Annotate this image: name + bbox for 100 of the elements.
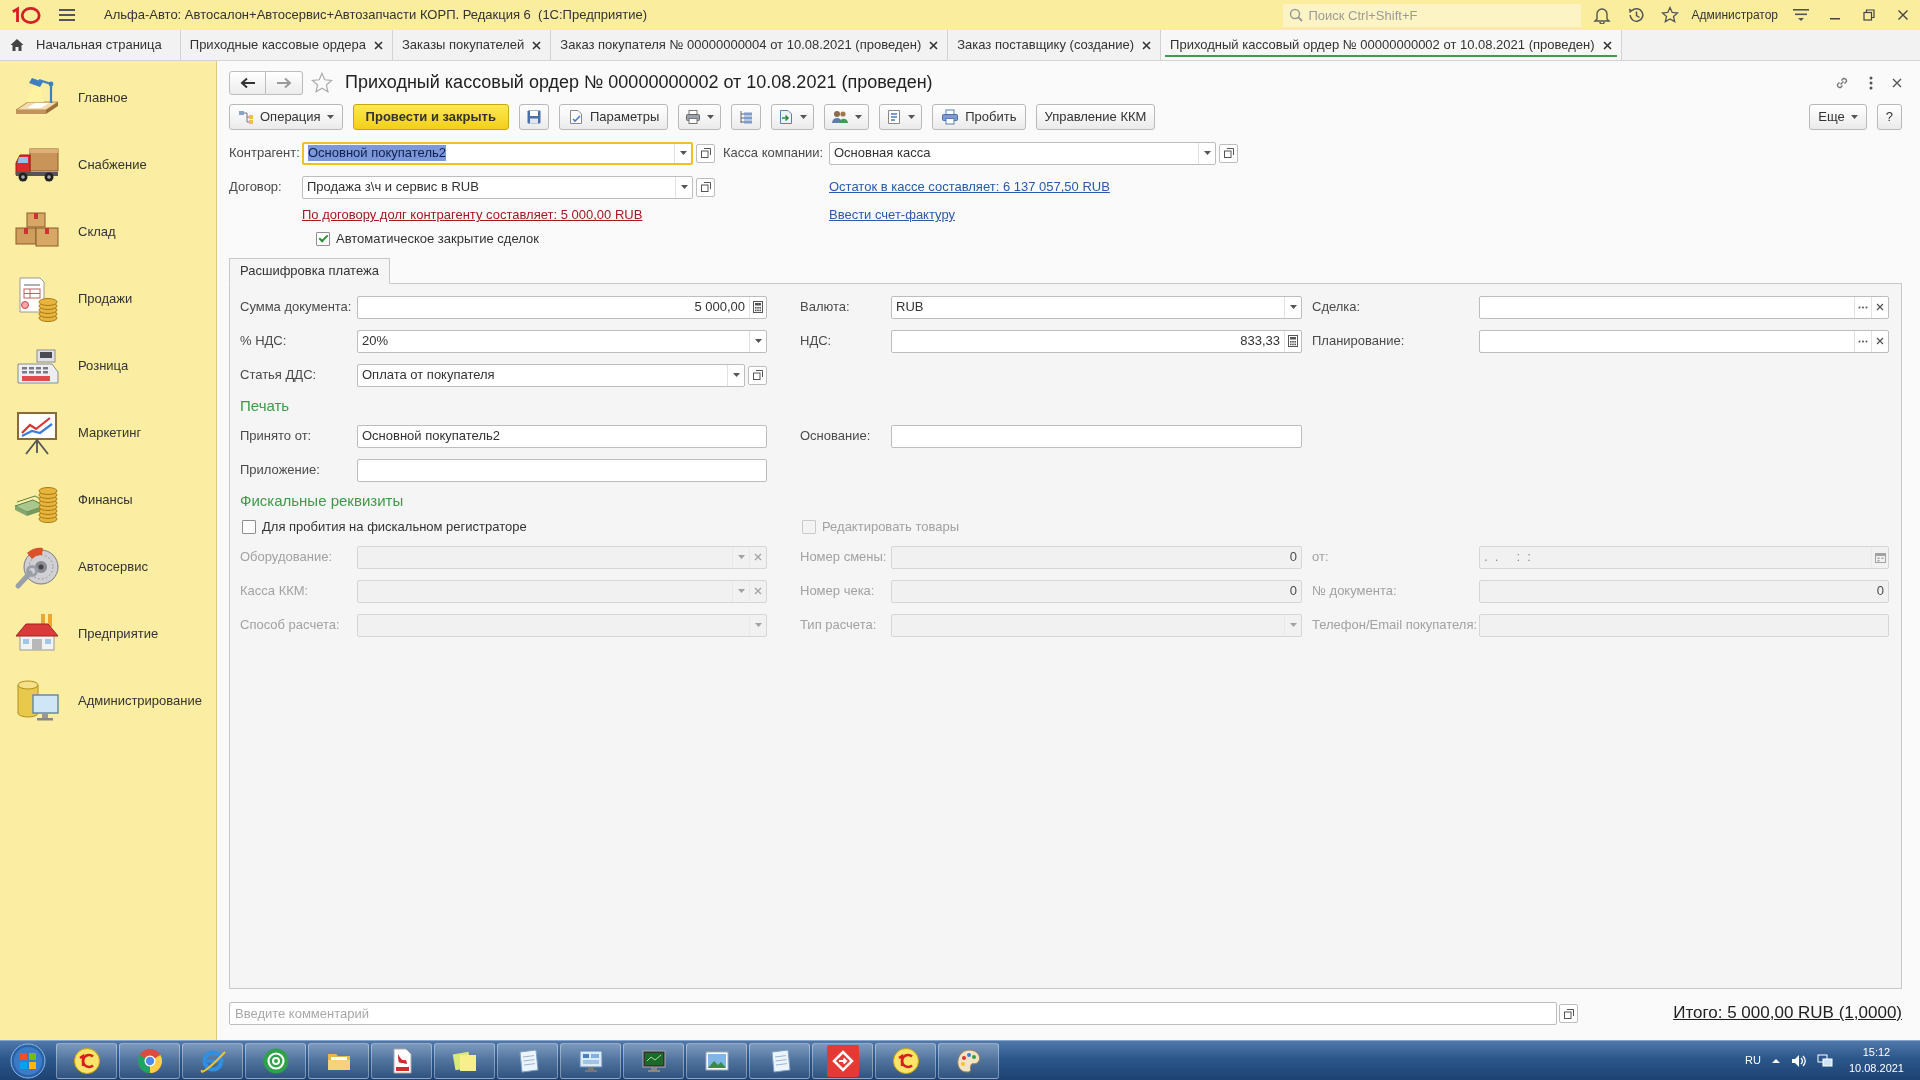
network-icon[interactable] bbox=[1816, 1053, 1833, 1068]
open-button[interactable] bbox=[696, 177, 715, 197]
number-field[interactable]: 833,33 bbox=[891, 329, 1302, 353]
triangle-up-icon[interactable] bbox=[1770, 1057, 1781, 1064]
checkbox-label[interactable]: Автоматическое закрытие сделок bbox=[336, 231, 539, 247]
checkbox[interactable] bbox=[242, 520, 256, 534]
close-icon[interactable] bbox=[532, 40, 542, 50]
restore-icon[interactable] bbox=[1863, 9, 1875, 21]
panel-menu-icon[interactable] bbox=[1792, 7, 1810, 23]
dropdown-field[interactable]: RUB bbox=[891, 295, 1302, 319]
icon-button[interactable] bbox=[518, 104, 549, 130]
more-button[interactable]: Еще bbox=[1809, 104, 1867, 130]
close-icon[interactable] bbox=[1892, 78, 1902, 88]
search-field[interactable]: Поиск Ctrl+Shift+F bbox=[1283, 3, 1582, 27]
tab[interactable]: Заказы покупателей bbox=[393, 30, 552, 60]
taskbar-button[interactable] bbox=[875, 1042, 936, 1079]
close-icon[interactable] bbox=[1602, 40, 1612, 50]
start-orb-icon[interactable] bbox=[10, 1042, 46, 1079]
menu-icon[interactable] bbox=[59, 8, 75, 22]
input-field[interactable]: Основной покупатель2 bbox=[357, 424, 767, 448]
logo-icon[interactable] bbox=[10, 5, 42, 25]
taskbar-button[interactable] bbox=[812, 1042, 873, 1079]
checkbox[interactable] bbox=[316, 232, 330, 246]
tab[interactable]: Начальная страница bbox=[0, 30, 181, 60]
toolbar-button[interactable]: Управление ККМ bbox=[1035, 104, 1156, 130]
number-field[interactable]: 5 000,00 bbox=[357, 295, 767, 319]
taskbar-button[interactable] bbox=[434, 1042, 495, 1079]
taskbar-button[interactable] bbox=[182, 1042, 243, 1079]
open-button[interactable] bbox=[1559, 1004, 1578, 1023]
taskbar-button[interactable] bbox=[686, 1042, 747, 1079]
checkbox-label[interactable]: Для пробития на фискальном регистраторе bbox=[262, 519, 527, 535]
taskbar-button[interactable] bbox=[497, 1042, 558, 1079]
menu-button[interactable] bbox=[879, 104, 923, 130]
menu-button[interactable]: Операция bbox=[229, 104, 343, 130]
tab[interactable]: Приходные кассовые ордера bbox=[180, 30, 393, 60]
taskbar-button[interactable] bbox=[119, 1042, 180, 1079]
calculator-button[interactable] bbox=[749, 296, 766, 318]
comment-field[interactable]: Введите комментарий bbox=[229, 1002, 1557, 1025]
sidebar-item[interactable]: Предприятие bbox=[0, 600, 216, 667]
text-link[interactable]: Ввести счет-фактуру bbox=[829, 207, 955, 223]
text-link[interactable]: Остаток в кассе составляет: 6 137 057,50 RUB bbox=[829, 179, 1110, 195]
sidebar-item[interactable]: Продажи bbox=[0, 265, 216, 332]
star-icon[interactable] bbox=[311, 72, 333, 94]
sidebar-item[interactable]: Администрирование bbox=[0, 667, 216, 734]
link-icon[interactable] bbox=[1834, 75, 1850, 91]
toolbar-button[interactable]: Параметры bbox=[558, 104, 669, 130]
close-icon[interactable] bbox=[1142, 40, 1152, 50]
taskbar-button[interactable] bbox=[560, 1042, 621, 1079]
open-button[interactable] bbox=[696, 143, 715, 163]
dropdown-field[interactable]: 20% bbox=[357, 329, 767, 353]
history-icon[interactable] bbox=[1627, 6, 1646, 24]
more-vertical-icon[interactable] bbox=[1869, 76, 1873, 90]
primary-button[interactable]: Провести и закрыть bbox=[352, 104, 509, 130]
input-field[interactable] bbox=[1479, 329, 1889, 353]
user-name[interactable]: Администратор bbox=[1691, 7, 1778, 23]
sidebar-item[interactable]: Снабжение bbox=[0, 131, 216, 198]
bell-icon[interactable] bbox=[1593, 6, 1612, 24]
menu-button[interactable] bbox=[678, 104, 722, 130]
input-field[interactable] bbox=[1479, 295, 1889, 319]
menu-button[interactable] bbox=[771, 104, 815, 130]
input-field[interactable] bbox=[357, 458, 767, 482]
clock-time[interactable]: 15:12 bbox=[1862, 1045, 1891, 1061]
back-button[interactable] bbox=[229, 71, 266, 95]
clock-date[interactable]: 10.08.2021 bbox=[1848, 1060, 1904, 1076]
taskbar-button[interactable] bbox=[749, 1042, 810, 1079]
taskbar-button[interactable] bbox=[245, 1042, 306, 1079]
sidebar-item[interactable]: Розница bbox=[0, 332, 216, 399]
dropdown-field[interactable]: Продажа з\ч и сервис в RUB bbox=[302, 175, 693, 199]
dropdown-field[interactable]: Основной покупатель2 bbox=[302, 141, 693, 165]
menu-button[interactable] bbox=[824, 104, 870, 130]
help-button[interactable]: ? bbox=[1876, 104, 1902, 130]
sidebar-item[interactable]: Автосервис bbox=[0, 533, 216, 600]
dropdown-field[interactable]: Оплата от покупателя bbox=[357, 363, 745, 387]
taskbar-button[interactable] bbox=[371, 1042, 432, 1079]
taskbar-button[interactable] bbox=[623, 1042, 684, 1079]
tab[interactable]: Приходный кассовый ордер № 00000000002 от 10.08.2021 (проведен) bbox=[1161, 30, 1622, 60]
open-button[interactable] bbox=[1219, 143, 1238, 163]
open-button[interactable] bbox=[748, 365, 767, 385]
language-indicator[interactable]: RU bbox=[1745, 1053, 1761, 1068]
sidebar-item[interactable]: Склад bbox=[0, 198, 216, 265]
taskbar-button[interactable] bbox=[938, 1042, 999, 1079]
speaker-icon[interactable] bbox=[1790, 1053, 1807, 1068]
star-icon[interactable] bbox=[1661, 6, 1680, 24]
input-field[interactable] bbox=[891, 424, 1302, 448]
tab[interactable]: Расшифровка платежа bbox=[229, 258, 390, 284]
close-icon[interactable] bbox=[1897, 9, 1909, 21]
sidebar-item[interactable]: Маркетинг bbox=[0, 399, 216, 466]
toolbar-button[interactable]: Пробить bbox=[932, 104, 1026, 130]
total-amount[interactable]: Итого: 5 000,00 RUB (1,0000) bbox=[1673, 1003, 1902, 1024]
close-icon[interactable] bbox=[374, 40, 383, 50]
icon-button[interactable] bbox=[731, 104, 762, 130]
taskbar-button[interactable] bbox=[56, 1042, 117, 1079]
text-link[interactable]: По договору долг контрагенту составляет: 5 000,00 RUB bbox=[302, 207, 643, 223]
close-icon[interactable] bbox=[929, 40, 939, 50]
taskbar-button[interactable] bbox=[308, 1042, 369, 1079]
calculator-button[interactable] bbox=[1284, 330, 1301, 352]
sidebar-item[interactable]: Главное bbox=[0, 64, 216, 131]
dropdown-field[interactable]: Основная касса bbox=[829, 141, 1216, 165]
tab[interactable]: Заказ покупателя № 00000000004 от 10.08.2021 (проведен) bbox=[551, 30, 949, 60]
sidebar-item[interactable]: Финансы bbox=[0, 466, 216, 533]
